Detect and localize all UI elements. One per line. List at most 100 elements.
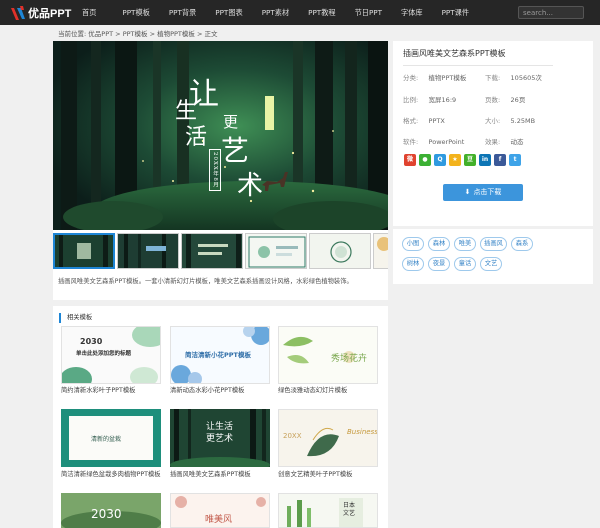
nav-item-ppt-tutorials[interactable]: PPT教程 bbox=[308, 0, 335, 25]
slide-thumbnail[interactable] bbox=[117, 233, 179, 269]
card-caption[interactable]: 清新动态水彩小花PPT模板 bbox=[170, 386, 280, 396]
meta-size: 大小: 5.25MB bbox=[485, 116, 535, 126]
wechat-icon[interactable]: ● bbox=[419, 154, 431, 166]
card-big-number: 2030 bbox=[80, 337, 103, 346]
card-title: 清新的盆栽 bbox=[91, 436, 122, 443]
qq-icon[interactable]: Q bbox=[434, 154, 446, 166]
tag-item[interactable]: 夜景 bbox=[428, 257, 450, 271]
breadcrumb-item-home[interactable]: 优品PPT bbox=[88, 30, 113, 38]
related-template-card[interactable]: 清新的盆栽 bbox=[61, 409, 161, 467]
download-button-label: 点击下载 bbox=[473, 188, 502, 196]
slide-thumbnail-strip bbox=[53, 233, 388, 269]
meta-label: 下载: bbox=[485, 74, 501, 82]
download-button[interactable]: ⬇ 点击下载 bbox=[443, 184, 523, 201]
card-title: 让生活更艺术 bbox=[206, 422, 234, 444]
meta-pages: 页数: 26页 bbox=[485, 95, 525, 105]
hero-preview-image[interactable]: 让 生 活 更 艺 术 20XX年8月 bbox=[53, 41, 388, 230]
breadcrumb-item-templates[interactable]: PPT模板 bbox=[123, 30, 148, 38]
card-title: 单击此处添加您的标题 bbox=[76, 351, 132, 357]
logo-mark-icon bbox=[10, 5, 26, 21]
related-template-card[interactable]: 唯美风 bbox=[170, 493, 270, 528]
tag-cloud: 小图 森林 唯美 插画风 森系 树林 夜景 童话 文艺 bbox=[393, 229, 593, 284]
breadcrumb-separator: > bbox=[147, 30, 158, 38]
breadcrumb-item-plant[interactable]: 植物PPT模板 bbox=[157, 30, 195, 38]
meta-label: 页数: bbox=[485, 96, 501, 104]
meta-label: 效果: bbox=[485, 138, 501, 146]
meta-software: 软件: PowerPoint bbox=[403, 137, 464, 147]
linkedin-icon[interactable]: in bbox=[479, 154, 491, 166]
tag-item[interactable]: 文艺 bbox=[480, 257, 502, 271]
twitter-icon[interactable]: t bbox=[509, 154, 521, 166]
slide-thumbnail[interactable] bbox=[181, 233, 243, 269]
breadcrumb-prefix: 当前位置: bbox=[58, 30, 87, 38]
breadcrumb-separator: > bbox=[194, 30, 205, 38]
template-detail-panel: 让 生 活 更 艺 术 20XX年8月 插画风唯美文艺森系PPT模板。一套小清新… bbox=[53, 41, 388, 528]
card-big-number: 2030 bbox=[91, 507, 122, 521]
related-template-card[interactable]: 简洁清新小花PPT模板 bbox=[170, 326, 270, 384]
related-template-card[interactable]: 2030 bbox=[61, 493, 161, 528]
card-caption[interactable]: 创意文艺精美叶子PPT模板 bbox=[278, 470, 388, 480]
nav-item-courseware[interactable]: PPT课件 bbox=[442, 0, 469, 25]
card-caption[interactable]: 插画风唯美文艺森系PPT模板 bbox=[170, 470, 280, 480]
tag-item[interactable]: 唯美 bbox=[454, 237, 476, 251]
meta-label: 软件: bbox=[403, 138, 419, 146]
nav-item-ppt-assets[interactable]: PPT素材 bbox=[262, 0, 289, 25]
slide-thumbnail[interactable] bbox=[373, 233, 388, 269]
site-logo[interactable]: 优品PPT bbox=[10, 4, 71, 21]
hero-char: 术 bbox=[237, 171, 264, 201]
meta-label: 格式: bbox=[403, 117, 419, 125]
hero-headline: 让 生 活 更 艺 术 20XX年8月 bbox=[173, 69, 293, 219]
card-caption[interactable]: 简洁清新绿色盆栽多肉植物PPT模板 bbox=[61, 470, 171, 480]
nav-item-ppt-charts[interactable]: PPT图表 bbox=[215, 0, 242, 25]
meta-value: 5.25MB bbox=[510, 117, 536, 125]
nav-item-home[interactable]: 首页 bbox=[82, 0, 96, 25]
card-caption[interactable]: 简约清新水彩叶子PPT模板 bbox=[61, 386, 171, 396]
tag-item[interactable]: 树林 bbox=[402, 257, 424, 271]
tag-item[interactable]: 插画风 bbox=[480, 237, 507, 251]
breadcrumb-item-current: 正文 bbox=[204, 30, 218, 38]
qzone-icon[interactable]: ★ bbox=[449, 154, 461, 166]
tag-item[interactable]: 森系 bbox=[511, 237, 533, 251]
meta-label: 分类: bbox=[403, 74, 419, 82]
related-template-card[interactable]: 让生活更艺术 bbox=[170, 409, 270, 467]
weibo-icon[interactable]: 微 bbox=[404, 154, 416, 166]
douban-icon[interactable]: 豆 bbox=[464, 154, 476, 166]
slide-thumbnail[interactable] bbox=[309, 233, 371, 269]
nav-item-ppt-templates[interactable]: PPT模板 bbox=[122, 0, 149, 25]
card-title: 唯美风 bbox=[205, 515, 233, 525]
meta-downloads: 下载: 105605次 bbox=[485, 73, 542, 83]
section-divider bbox=[53, 300, 388, 306]
related-template-card[interactable]: 2030 单击此处添加您的标题 bbox=[61, 326, 161, 384]
search-input[interactable] bbox=[518, 6, 584, 19]
meta-value: 26页 bbox=[510, 96, 526, 104]
related-template-card[interactable]: 日本文艺 bbox=[278, 493, 378, 528]
card-caption[interactable]: 绿色淡雅动态幻灯片模板 bbox=[278, 386, 388, 396]
facebook-icon[interactable]: f bbox=[494, 154, 506, 166]
tag-item[interactable]: 童话 bbox=[454, 257, 476, 271]
related-template-card[interactable]: 20XX Business bbox=[278, 409, 378, 467]
slide-thumbnail[interactable] bbox=[245, 233, 307, 269]
meta-label: 比例: bbox=[403, 96, 419, 104]
meta-value: 动态 bbox=[510, 138, 524, 146]
title-divider bbox=[403, 65, 553, 66]
nav-item-holiday-ppt[interactable]: 节日PPT bbox=[355, 0, 382, 25]
card-title: 秀场花卉 bbox=[331, 354, 368, 364]
share-bar: 微 ● Q ★ 豆 in f t bbox=[404, 154, 524, 166]
hero-char: 艺 bbox=[221, 134, 250, 167]
meta-value: PowerPoint bbox=[428, 138, 465, 146]
nav-item-ppt-backgrounds[interactable]: PPT背景 bbox=[169, 0, 196, 25]
download-icon: ⬇ bbox=[464, 188, 471, 196]
slide-thumbnail[interactable] bbox=[53, 233, 115, 269]
category-link[interactable]: 植物PPT模板 bbox=[429, 74, 467, 82]
template-description: 插画风唯美文艺森系PPT模板。一套小清新幻灯片模板，唯美文艺森系插画设计风格，水… bbox=[58, 278, 353, 285]
tag-item[interactable]: 森林 bbox=[428, 237, 450, 251]
top-navbar: 优品PPT 首页 PPT模板 PPT背景 PPT图表 PPT素材 PPT教程 节… bbox=[0, 0, 600, 25]
card-title: 日本文艺 bbox=[343, 502, 356, 517]
meta-value: 宽屏16:9 bbox=[428, 96, 457, 104]
nav-item-fonts[interactable]: 字体库 bbox=[401, 0, 423, 25]
tag-item[interactable]: 小图 bbox=[402, 237, 424, 251]
meta-effect: 效果: 动态 bbox=[485, 137, 524, 147]
meta-value: PPTX bbox=[428, 117, 445, 125]
card-subtitle: 20XX bbox=[283, 432, 302, 440]
related-template-card[interactable]: 秀场花卉 bbox=[278, 326, 378, 384]
